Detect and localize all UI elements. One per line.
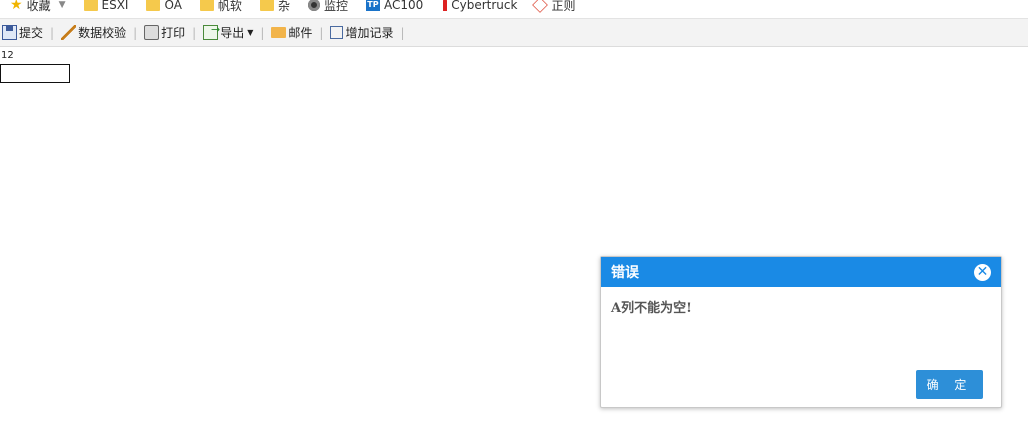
chevron-down-icon: ▼ (247, 28, 254, 37)
pin-icon (443, 0, 448, 11)
bookmark-label: 收藏 (26, 0, 51, 13)
toolbar-separator: | (319, 25, 324, 40)
cell-a-input[interactable] (0, 64, 70, 83)
close-icon[interactable]: ✕ (974, 263, 991, 281)
export-button[interactable]: 导出 ▼ (201, 23, 255, 41)
mail-button[interactable]: 邮件 (269, 24, 314, 41)
mail-label: 邮件 (288, 26, 313, 40)
bookmarks-bar: ★ 收藏 ▼ ESXI OA 帆软 杂 监控 TP AC100 Cybertru… (0, 0, 1028, 19)
star-icon: ★ (10, 0, 23, 13)
folder-icon (83, 0, 98, 11)
toolbar-separator: | (260, 25, 265, 40)
validate-icon (61, 25, 77, 40)
bookmark-cybertruck[interactable]: Cybertruck (443, 0, 517, 12)
add-record-button[interactable]: 增加记录 (328, 24, 395, 41)
cell-label: 12 (1, 50, 14, 61)
bookmark-label: 正则 (551, 0, 576, 13)
report-toolbar: 提交 | 数据校验 | 打印 | 导出 ▼ | 邮件 | 增加记录 | (0, 19, 1028, 47)
toolbar-separator: | (50, 25, 55, 40)
add-record-label: 增加记录 (345, 26, 394, 40)
toolbar-separator: | (192, 25, 197, 40)
dialog-title: 错误 (611, 265, 639, 281)
submit-label: 提交 (19, 26, 44, 40)
bookmark-label: OA (164, 0, 182, 12)
folder-icon (259, 0, 274, 11)
bookmark-ac100[interactable]: TP AC100 (365, 0, 424, 12)
bookmark-oa[interactable]: OA (146, 0, 182, 12)
print-label: 打印 (161, 26, 186, 40)
save-icon (2, 25, 17, 40)
ac-icon: TP (365, 0, 380, 11)
validate-button[interactable]: 数据校验 (59, 24, 128, 41)
toolbar-separator: | (133, 25, 138, 40)
bookmark-monitor[interactable]: 监控 (307, 0, 348, 14)
confirm-button[interactable]: 确 定 (916, 370, 983, 399)
bookmark-label: 帆软 (217, 0, 242, 13)
submit-button[interactable]: 提交 (0, 24, 45, 41)
error-dialog: 错误 ✕ A列不能为空! 确 定 (600, 256, 1002, 408)
export-label: 导出 (220, 26, 245, 40)
add-record-icon (330, 26, 344, 39)
bookmark-label: 监控 (323, 0, 348, 13)
folder-icon (199, 0, 214, 11)
bookmark-favorites[interactable]: ★ 收藏 ▼ (10, 0, 66, 14)
bookmark-label: ESXI (101, 0, 129, 12)
bookmark-esxi[interactable]: ESXI (83, 0, 129, 12)
bookmark-misc[interactable]: 杂 (259, 0, 290, 14)
dialog-message: A列不能为空! (611, 301, 692, 316)
printer-icon (144, 25, 160, 40)
toolbar-separator: | (400, 25, 405, 40)
bookmark-fanruan[interactable]: 帆软 (199, 0, 242, 14)
bookmark-label: 杂 (277, 0, 290, 13)
folder-icon (146, 0, 161, 11)
camera-icon (307, 0, 320, 11)
bookmark-label: AC100 (383, 0, 424, 12)
validate-label: 数据校验 (78, 26, 127, 40)
chevron-down-icon[interactable]: ▼ (59, 0, 66, 10)
bookmark-label: Cybertruck (451, 0, 518, 12)
print-button[interactable]: 打印 (142, 24, 187, 41)
export-icon (203, 23, 220, 40)
bookmark-regex[interactable]: 正则 (532, 0, 576, 14)
mail-icon (271, 27, 287, 38)
cube-icon (532, 0, 549, 13)
dialog-header: 错误 ✕ (601, 257, 1001, 287)
